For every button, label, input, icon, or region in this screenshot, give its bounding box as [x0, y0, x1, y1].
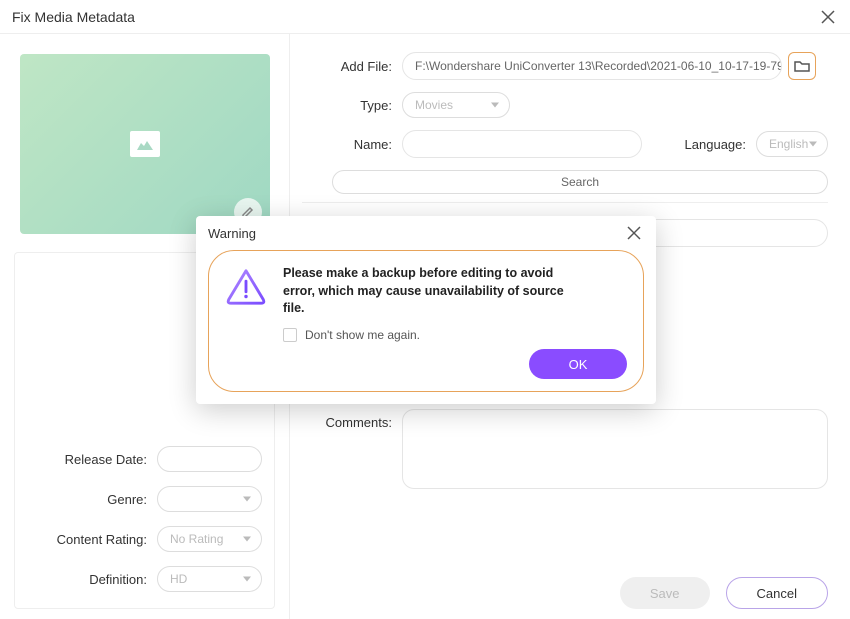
modal-overlay: Warning [0, 0, 850, 619]
ok-button[interactable]: OK [529, 349, 627, 379]
warning-dialog: Warning [196, 216, 656, 404]
dialog-close-icon[interactable] [624, 223, 644, 243]
warning-triangle-icon [225, 265, 267, 310]
dont-show-label: Don't show me again. [305, 328, 420, 342]
dont-show-checkbox[interactable] [283, 328, 297, 342]
dialog-title: Warning [208, 226, 256, 241]
dialog-message: Please make a backup before editing to a… [283, 265, 583, 318]
